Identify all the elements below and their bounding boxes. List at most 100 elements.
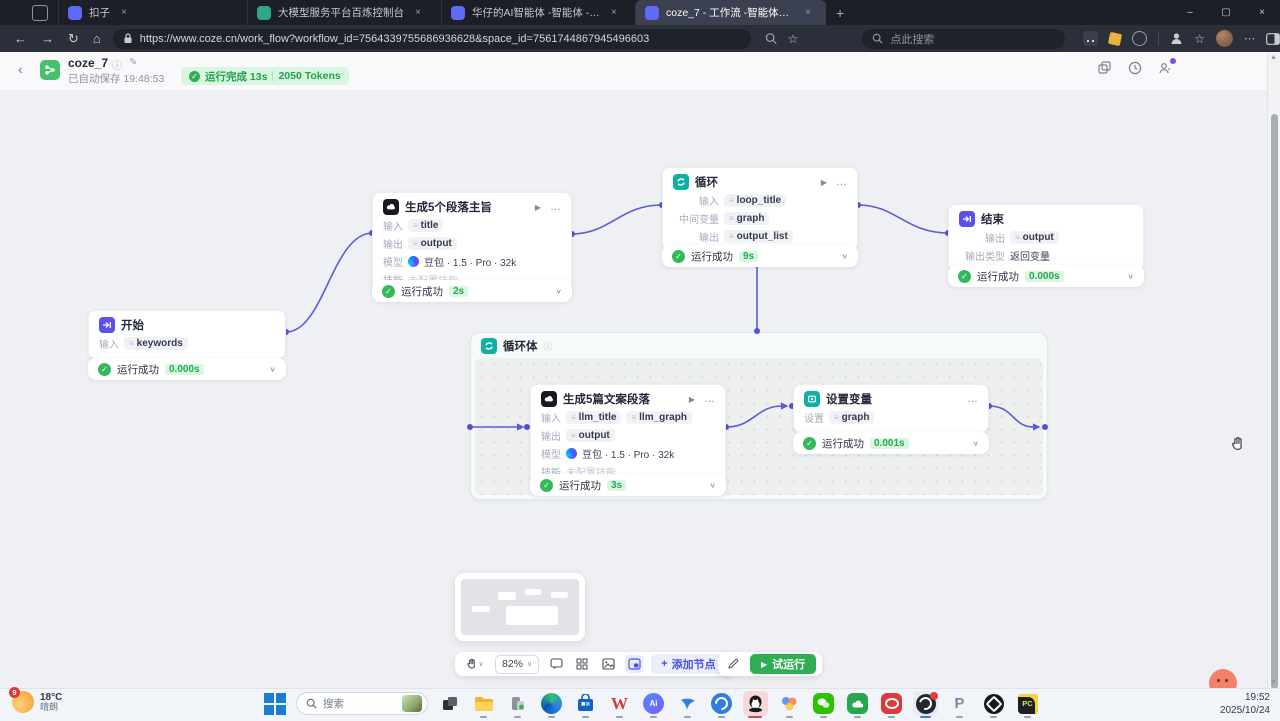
zoom-page-icon[interactable] xyxy=(765,32,777,45)
node-loop[interactable]: 循环 ▶ … 输入 ≡loop_title 中间变量 ≡graph 输出 ≡ou… xyxy=(662,167,858,252)
scroll-up-arrow[interactable]: ▲ xyxy=(1269,54,1278,61)
wps-icon[interactable]: W xyxy=(607,691,632,716)
weather-widget[interactable]: 9 18°C 晴朗 xyxy=(12,691,62,713)
node-end[interactable]: 结束 输出 ≡output 输出类型 返回变量 xyxy=(948,204,1144,271)
obs-icon[interactable] xyxy=(913,691,938,716)
window-close-button[interactable]: × xyxy=(1244,7,1280,18)
node-gen-paragraphs[interactable]: 生成5篇文案段落 ▶ … 输入 ≡llm_title ≡llm_graph 输出… xyxy=(530,384,726,487)
file-explorer-icon[interactable] xyxy=(471,691,496,716)
node-more-icon[interactable]: … xyxy=(967,393,978,405)
taskbar-clock[interactable]: 19:52 2025/10/24 xyxy=(1220,692,1270,717)
quick-search-box[interactable]: 点此搜索 xyxy=(862,29,1065,49)
run-complete-badge[interactable]: ✓ 运行完成 13s 2050 Tokens xyxy=(181,67,349,85)
wechat-icon[interactable] xyxy=(811,691,836,716)
node-set-variable-status[interactable]: ✓ 运行成功 0.001s ∨ xyxy=(793,432,989,454)
tab-workflow-active[interactable]: coze_7 - 工作流 -智能体平台 × xyxy=(635,0,826,25)
comment-tool-icon[interactable] xyxy=(547,655,565,673)
node-loop-status[interactable]: ✓ 运行成功 9s ∨ xyxy=(662,245,858,267)
profile-key-icon[interactable] xyxy=(1170,32,1183,45)
test-run-button[interactable]: ▶ 试运行 xyxy=(750,654,816,674)
browser-menu-icon[interactable]: ⋯ xyxy=(1244,32,1255,45)
cloud-app-icon[interactable] xyxy=(845,691,870,716)
status-time: 0.000s xyxy=(1025,271,1064,282)
node-gen-outline-status[interactable]: ✓ 运行成功 2s ∨ xyxy=(372,280,572,302)
param-chip: ≡output xyxy=(566,429,615,442)
office-suite-icon[interactable] xyxy=(777,691,802,716)
edit-title-icon[interactable]: ✎ xyxy=(129,57,137,72)
new-tab-button[interactable]: + xyxy=(836,5,844,21)
chevron-down-icon[interactable]: ∨ xyxy=(972,439,979,448)
tab-agent[interactable]: 华仔的AI智能体 -智能体 - 扣子 × xyxy=(441,0,635,25)
page-scrollbar[interactable]: ▲ ▼ xyxy=(1267,52,1280,688)
node-more-icon[interactable]: … xyxy=(550,201,561,213)
task-view-button[interactable] xyxy=(437,691,462,716)
collaborators-icon[interactable] xyxy=(1158,61,1173,80)
minimap[interactable] xyxy=(455,573,585,641)
bookmark-star-icon[interactable]: ☆ xyxy=(788,32,799,46)
browser-avatar[interactable] xyxy=(1216,30,1233,47)
dark-circle-app-icon[interactable] xyxy=(981,691,1006,716)
hand-tool[interactable]: ∨ xyxy=(463,655,487,673)
debug-pen-icon[interactable] xyxy=(724,655,742,673)
node-start[interactable]: 开始 输入 ≡keywords xyxy=(88,310,286,359)
baidu-netdisk-icon[interactable] xyxy=(709,691,734,716)
tab-close-icon[interactable]: × xyxy=(415,7,421,18)
node-more-icon[interactable]: … xyxy=(836,176,847,188)
extension-ring-icon[interactable] xyxy=(1132,31,1147,46)
node-start-status[interactable]: ✓ 运行成功 0.000s ∨ xyxy=(88,358,286,380)
tab-overview-icon[interactable] xyxy=(32,5,48,21)
window-minimize-button[interactable]: – xyxy=(1172,7,1208,18)
run-node-icon[interactable]: ▶ xyxy=(535,203,541,212)
reload-icon[interactable]: ↻ xyxy=(68,31,79,47)
zoom-level-select[interactable]: 82% ∨ xyxy=(495,655,539,674)
scrollbar-thumb[interactable] xyxy=(1271,114,1278,689)
chevron-down-icon[interactable]: ∨ xyxy=(709,481,716,490)
address-bar[interactable]: https://www.coze.cn/work_flow?workflow_i… xyxy=(113,29,752,49)
duplicate-icon[interactable] xyxy=(1098,61,1111,79)
edge-browser-icon[interactable] xyxy=(539,691,564,716)
chevron-down-icon[interactable]: ∨ xyxy=(269,365,276,374)
workflow-back-button[interactable]: ‹ xyxy=(18,61,23,77)
export-image-icon[interactable] xyxy=(599,655,617,673)
tab-close-icon[interactable]: × xyxy=(611,7,617,18)
forward-icon[interactable]: → xyxy=(41,31,54,46)
workflow-app-icon xyxy=(40,60,60,80)
home-icon[interactable]: ⌂ xyxy=(93,31,101,46)
tab-close-icon[interactable]: × xyxy=(805,7,811,18)
quark-browser-icon[interactable]: Ai xyxy=(641,691,666,716)
node-more-icon[interactable]: … xyxy=(704,393,715,405)
node-end-status[interactable]: ✓ 运行成功 0.000s ∨ xyxy=(948,265,1144,287)
run-node-icon[interactable]: ▶ xyxy=(821,178,827,187)
info-icon[interactable]: ⓘ xyxy=(112,57,122,72)
start-button[interactable] xyxy=(262,691,287,716)
chevron-down-icon[interactable]: ∨ xyxy=(841,252,848,261)
sidebar-panel-icon[interactable] xyxy=(1266,33,1280,45)
add-node-button[interactable]: + 添加节点 xyxy=(651,654,725,674)
window-restore-button[interactable]: ▢ xyxy=(1208,7,1244,18)
tab-close-icon[interactable]: × xyxy=(121,7,127,18)
pp-app-icon[interactable]: P xyxy=(947,691,972,716)
status-time: 9s xyxy=(739,251,758,262)
scroll-down-arrow[interactable]: ▼ xyxy=(1269,679,1278,686)
phone-link-icon[interactable] xyxy=(505,691,530,716)
microsoft-store-icon[interactable] xyxy=(573,691,598,716)
back-icon[interactable]: ← xyxy=(14,31,27,46)
qq-icon[interactable] xyxy=(743,691,768,716)
auto-layout-icon[interactable] xyxy=(573,655,591,673)
history-clock-icon[interactable] xyxy=(1128,61,1142,80)
tab-kouzi[interactable]: 扣子 × xyxy=(58,0,247,25)
favorites-list-icon[interactable]: ☆ xyxy=(1194,32,1205,46)
node-gen-paragraphs-status[interactable]: ✓ 运行成功 3s ∨ xyxy=(530,474,726,496)
chevron-down-icon[interactable]: ∨ xyxy=(555,287,562,296)
chevron-down-icon[interactable]: ∨ xyxy=(1127,272,1134,281)
netease-app-icon[interactable] xyxy=(879,691,904,716)
extension-camera-icon[interactable] xyxy=(1083,31,1098,46)
extension-lightning-icon[interactable] xyxy=(1108,31,1122,45)
node-set-variable[interactable]: 设置变量 … 设置 ≡graph xyxy=(793,384,989,433)
minimap-toggle-icon[interactable] xyxy=(625,655,643,673)
pycharm-icon[interactable]: PC xyxy=(1015,691,1040,716)
taskbar-search-box[interactable]: 搜索 xyxy=(296,692,428,715)
tab-bailian[interactable]: 大模型服务平台百炼控制台 × xyxy=(247,0,441,25)
xunlei-icon[interactable] xyxy=(675,691,700,716)
run-node-icon[interactable]: ▶ xyxy=(689,395,695,404)
